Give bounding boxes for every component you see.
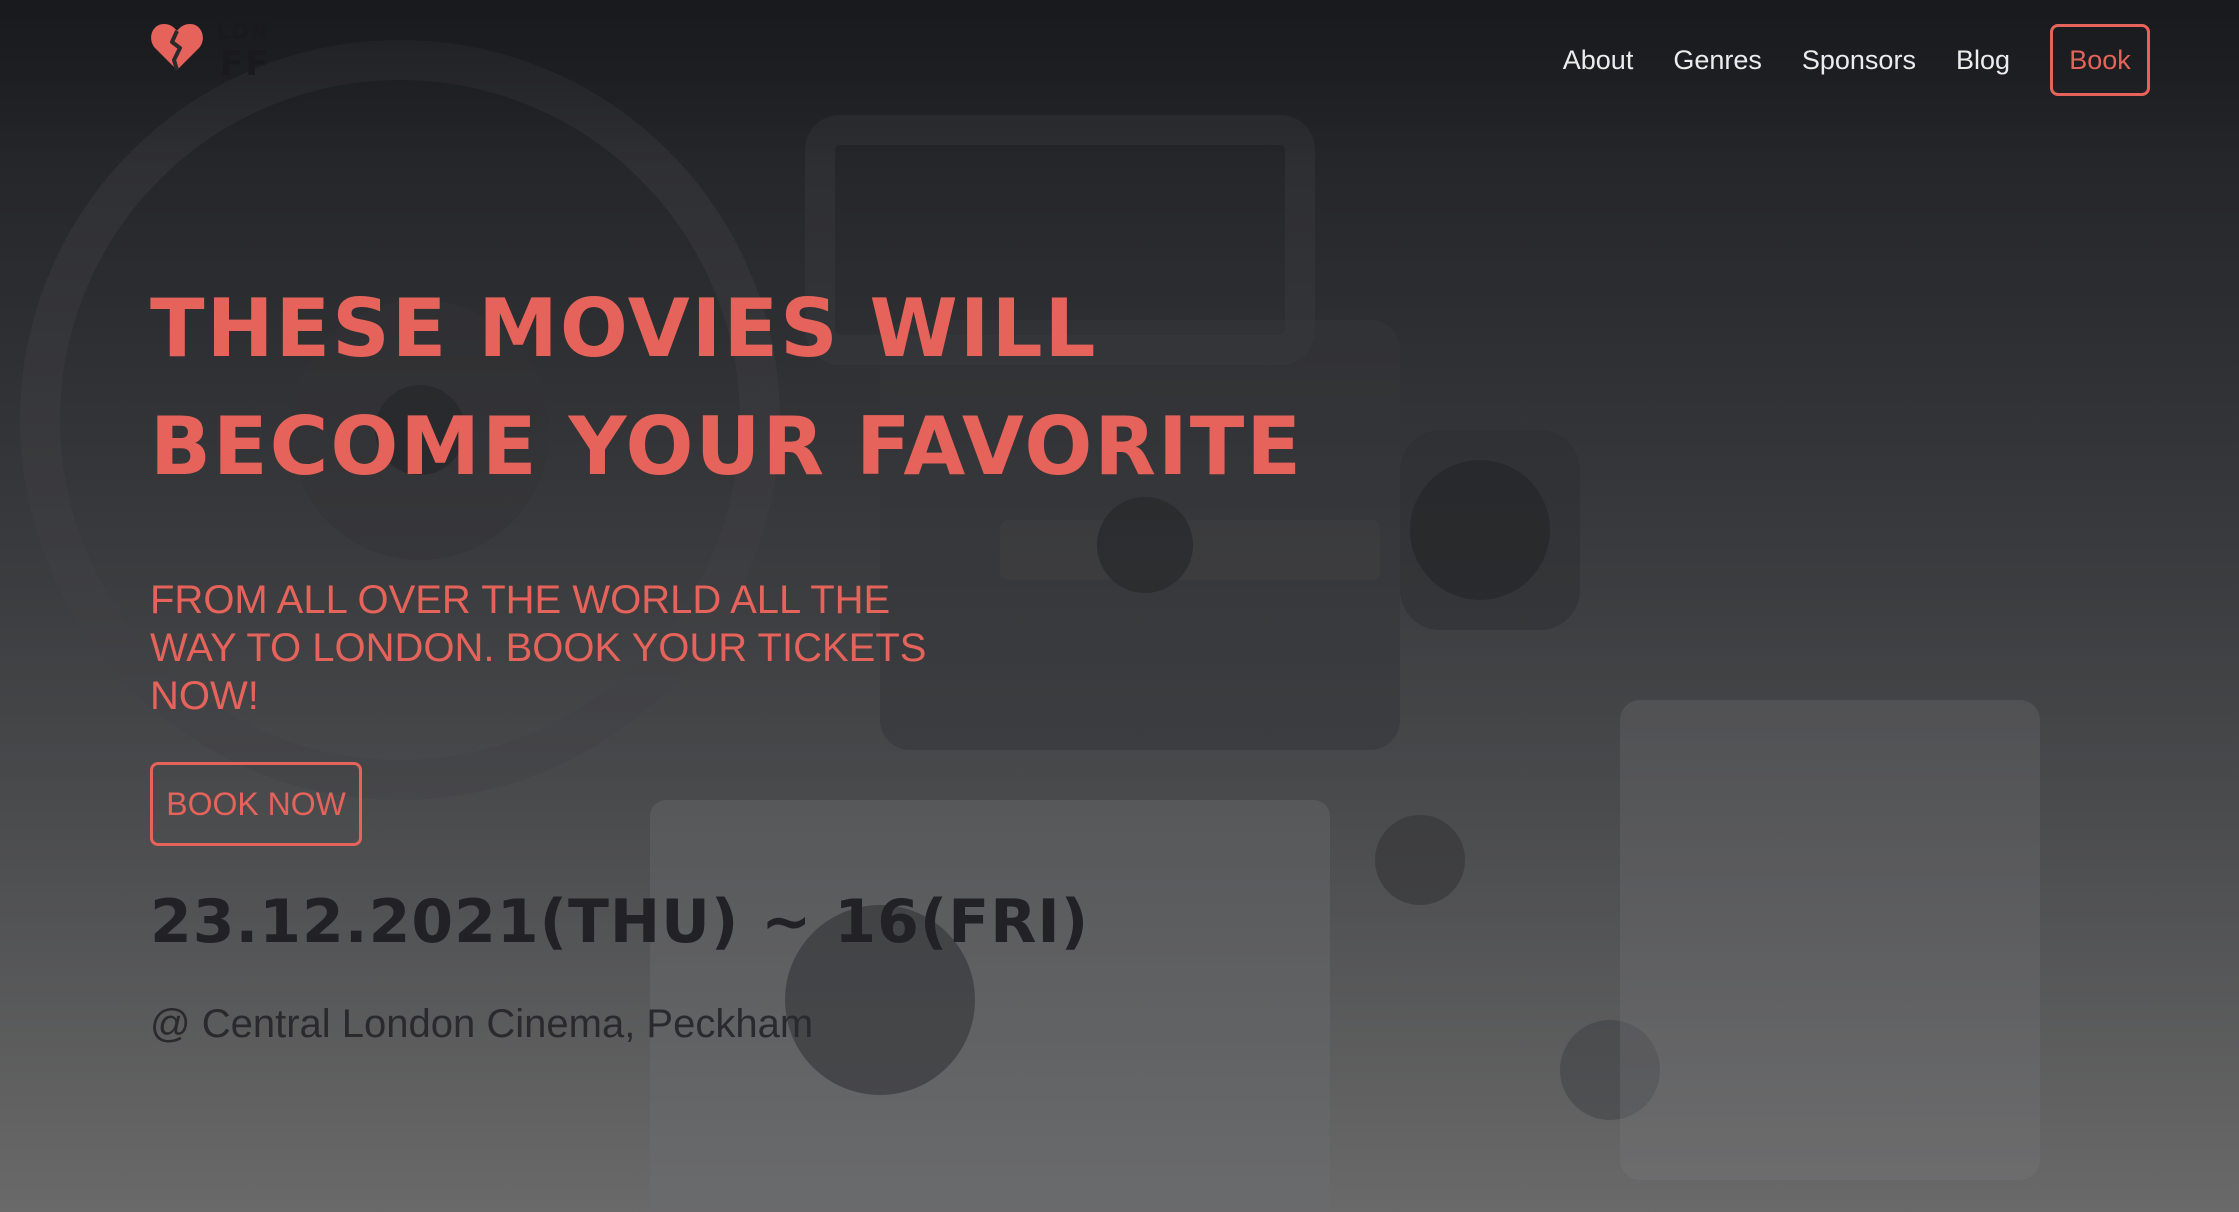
site-logo[interactable]: LDN FF — [150, 20, 280, 84]
main-nav: About Genres Sponsors Blog Book — [1523, 24, 2150, 96]
book-now-button[interactable]: BOOK NOW — [150, 762, 362, 846]
nav-link-sponsors[interactable]: Sponsors — [1802, 24, 1916, 96]
logo-text-ldn: LDN — [216, 20, 270, 45]
nav-link-genres[interactable]: Genres — [1673, 24, 1762, 96]
headline-line-1: THESE MOVIES WILL — [150, 282, 1098, 375]
logo-text-ff: FF — [220, 44, 271, 84]
festival-venue: @ Central London Cinema, Peckham — [150, 1002, 814, 1046]
hero-subheading: FROM ALL OVER THE WORLD ALL THE WAY TO L… — [150, 578, 927, 718]
site-header: LDN FF About Genres Sponsors Blog Book — [0, 0, 2239, 120]
hero-content: THESE MOVIES WILL BECOME YOUR FAVORITE F… — [150, 270, 1550, 1048]
hero-section: LDN FF About Genres Sponsors Blog Book T… — [0, 0, 2239, 1212]
headline-line-2: BECOME YOUR FAVORITE — [150, 400, 1304, 493]
nav-link-blog[interactable]: Blog — [1956, 24, 2010, 96]
festival-dates: 23.12.2021(THU) ~ 16(FRI) — [150, 887, 1090, 957]
nav-link-about[interactable]: About — [1563, 24, 1634, 96]
hero-headline: THESE MOVIES WILL BECOME YOUR FAVORITE — [150, 270, 1550, 506]
broken-heart-icon — [151, 24, 203, 71]
nav-book-button[interactable]: Book — [2050, 24, 2150, 96]
